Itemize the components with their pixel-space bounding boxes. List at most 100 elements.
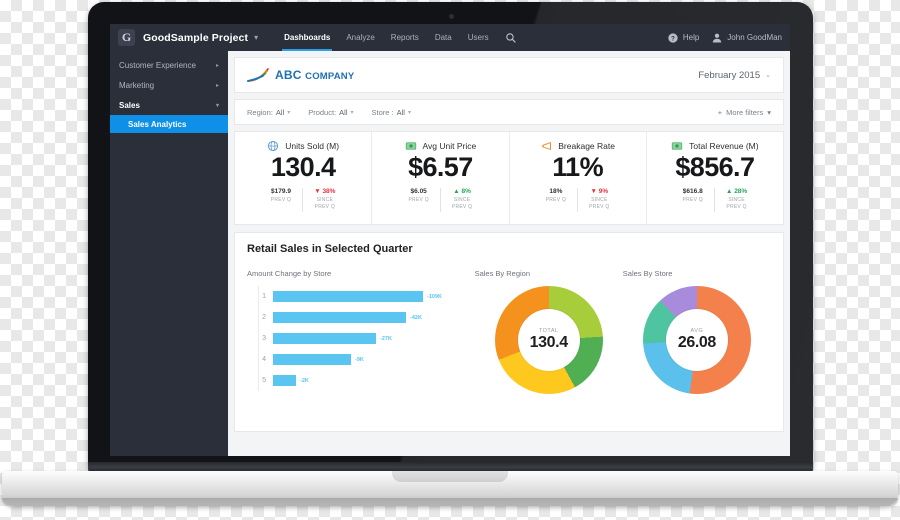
kpi-delta: ▼ 9% SINCE PREV Q [577, 188, 620, 212]
donut-sales-by-region[interactable]: TOTAL 130.4 [494, 286, 603, 394]
help-button[interactable]: ? Help [667, 32, 699, 44]
filter-label: Product: [308, 107, 337, 117]
donut-sales-by-store[interactable]: AVG 26.08 [642, 286, 751, 394]
chart-title: Amount Change by Store [247, 269, 332, 278]
kpi-prev-label: PREV Q [545, 197, 567, 203]
project-name[interactable]: GoodSample Project [143, 32, 248, 44]
sidebar-item-sales[interactable]: Sales ▾ [110, 95, 228, 115]
chevron-down-icon: ▾ [287, 109, 291, 116]
chart-amount-change-by-store: Amount Change by Store 1 -109K 2 -42K 3 … [247, 269, 475, 394]
filter-value: All [396, 107, 405, 117]
sidebar-item-marketing[interactable]: Marketing ▸ [110, 75, 228, 95]
sidebar: Customer Experience ▸ Marketing ▸ Sales … [110, 51, 228, 456]
company-name: ABC COMPANY [275, 68, 354, 82]
bar-row[interactable]: 4 -9K [262, 349, 475, 370]
bar-row[interactable]: 5 -2K [262, 370, 475, 391]
kpi-card-units-sold[interactable]: Units Sold (M) 130.4 $179.9 PREV Q ▼ 38% [235, 132, 373, 224]
bar-category-label: 2 [262, 314, 266, 321]
bar[interactable] [273, 354, 351, 365]
kpi-row: Units Sold (M) 130.4 $179.9 PREV Q ▼ 38% [234, 131, 784, 225]
kpi-card-avg-unit-price[interactable]: Avg Unit Price $6.57 $6.05 PREV Q ▲ 8% S… [372, 132, 510, 224]
kpi-card-breakage-rate[interactable]: Breakage Rate 11% 18% PREV Q ▼ 9% SINCE … [510, 132, 647, 224]
sidebar-item-label: Marketing [119, 80, 155, 90]
company-name-main: ABC [275, 68, 302, 82]
bar[interactable] [273, 291, 423, 302]
kpi-delta-value: ▼ 9% [590, 188, 609, 195]
kpi-prev: $6.05 PREV Q [397, 188, 439, 212]
dashboard-card: ABC COMPANY February 2015 ⌄ [234, 57, 784, 93]
nav-right-group: ? Help John GoodMan [667, 32, 782, 44]
tab-analyze[interactable]: Analyze [338, 24, 382, 51]
money-icon [405, 142, 416, 150]
kpi-value: $856.7 [675, 152, 755, 182]
sidebar-item-customer-experience[interactable]: Customer Experience ▸ [110, 55, 228, 75]
company-logo: ABC COMPANY [247, 67, 354, 83]
sidebar-subitem-sales-analytics[interactable]: Sales Analytics [110, 115, 228, 133]
tab-dashboards[interactable]: Dashboards [276, 24, 338, 51]
bar-category-label: 1 [262, 293, 266, 300]
date-range-label: February 2015 [698, 69, 761, 81]
kpi-value: 130.4 [270, 152, 336, 182]
date-range-selector[interactable]: February 2015 ⌄ [698, 70, 771, 81]
bar-category-label: 4 [262, 356, 266, 363]
bar[interactable] [273, 375, 296, 386]
kpi-card-total-revenue[interactable]: Total Revenue (M) $856.7 $616.8 PREV Q ▲… [647, 132, 783, 224]
kpi-prev: 18% PREV Q [535, 188, 577, 212]
kpi-title: Units Sold (M) [285, 141, 340, 151]
bar-value-label: -2K [300, 377, 309, 384]
filter-label: Region: [247, 107, 273, 117]
kpi-delta: ▲ 8% SINCE PREV Q [439, 188, 483, 212]
section-title: Retail Sales in Selected Quarter [247, 243, 413, 255]
kpi-prev: $179.9 PREV Q [260, 188, 302, 212]
tab-data[interactable]: Data [427, 24, 460, 51]
filter-region[interactable]: Region: All ▾ [247, 108, 290, 117]
more-filters-label: More filters [726, 107, 764, 117]
plus-icon: + [717, 107, 723, 117]
filter-product[interactable]: Product: All ▾ [308, 108, 353, 117]
megaphone-icon [541, 142, 552, 150]
filter-store[interactable]: Store : All ▾ [372, 108, 411, 117]
donut-value: 130.4 [529, 334, 568, 352]
bar-value-label: -9K [355, 356, 364, 363]
more-filters-button[interactable]: + More filters ▾ [718, 108, 771, 117]
chevron-down-icon: ⌄ [765, 72, 771, 79]
chevron-right-icon: ▸ [215, 62, 219, 69]
sidebar-item-label: Customer Experience [119, 60, 196, 70]
chart-sales-by-region: Sales By Region TOTAL 130.4 [475, 269, 623, 394]
kpi-prev-value: $616.8 [682, 188, 703, 195]
user-menu[interactable]: John GoodMan [711, 32, 782, 44]
kpi-prev-value: $6.05 [410, 188, 427, 195]
app-body: Customer Experience ▸ Marketing ▸ Sales … [110, 51, 790, 456]
bar[interactable] [273, 312, 406, 323]
app-logo-letter: G [121, 30, 132, 44]
chevron-down-icon: ▾ [350, 109, 354, 116]
tab-reports[interactable]: Reports [383, 24, 427, 51]
user-name-label: John GoodMan [727, 33, 782, 42]
bar-row[interactable]: 3 -27K [262, 328, 475, 349]
kpi-value: $6.57 [408, 152, 473, 182]
kpi-delta-label: SINCE PREV Q [726, 197, 747, 211]
bar[interactable] [273, 333, 376, 344]
kpi-delta-value: ▲ 28% [725, 188, 748, 195]
kpi-title: Total Revenue (M) [689, 141, 759, 151]
app-logo-icon[interactable]: G [118, 29, 135, 46]
help-icon: ? [668, 32, 678, 43]
bar-row[interactable]: 1 -109K [262, 286, 475, 307]
kpi-delta-label: SINCE PREV Q [451, 197, 473, 211]
sidebar-item-label: Sales [119, 100, 140, 110]
swoosh-logo-icon [247, 67, 269, 82]
bar-value-label: -109K [427, 293, 442, 300]
laptop-mockup: G GoodSample Project ▾ Dashboards Analyz… [0, 0, 900, 520]
tab-users[interactable]: Users [460, 24, 497, 51]
user-icon [713, 33, 722, 42]
svg-text:?: ? [671, 35, 675, 42]
donut-center: TOTAL 130.4 [517, 309, 580, 371]
kpi-title: Avg Unit Price [422, 141, 477, 151]
chevron-right-icon: ▸ [215, 82, 219, 89]
retail-sales-section: Retail Sales in Selected Quarter Amount … [234, 232, 784, 432]
chevron-down-icon: ▾ [407, 109, 411, 116]
project-chevron-down-icon[interactable]: ▾ [254, 33, 258, 42]
bar-row[interactable]: 2 -42K [262, 307, 475, 328]
search-icon[interactable] [497, 24, 525, 51]
filter-value: All [275, 107, 285, 117]
